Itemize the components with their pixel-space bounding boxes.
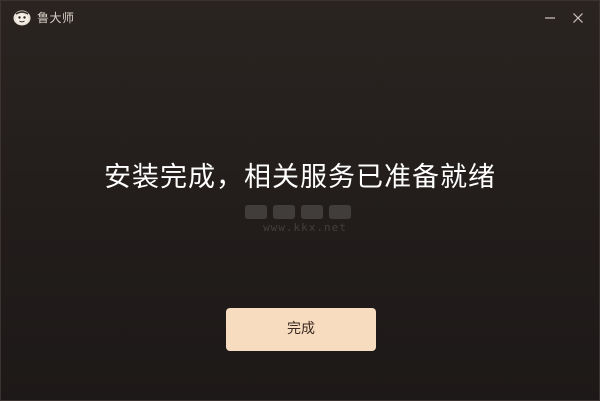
done-button[interactable]: 完成 [226, 308, 376, 351]
minimize-icon [545, 17, 555, 19]
watermark-text: www.kkx.net [263, 221, 347, 234]
app-title: 鲁大师 [37, 11, 75, 25]
watermark: www.kkx.net [235, 201, 375, 241]
close-button[interactable] [567, 7, 589, 29]
ludashi-logo-icon [13, 10, 31, 26]
title-bar[interactable]: 鲁大师 [1, 1, 599, 35]
install-complete-headline: 安装完成，相关服务已准备就绪 [104, 162, 496, 193]
installer-window: 鲁大师 安装完成，相关服务已准备就绪 www.kkx.net 完成 [0, 0, 600, 401]
minimize-button[interactable] [539, 7, 561, 29]
close-icon [573, 13, 583, 23]
watermark-logo-icon [245, 205, 351, 219]
